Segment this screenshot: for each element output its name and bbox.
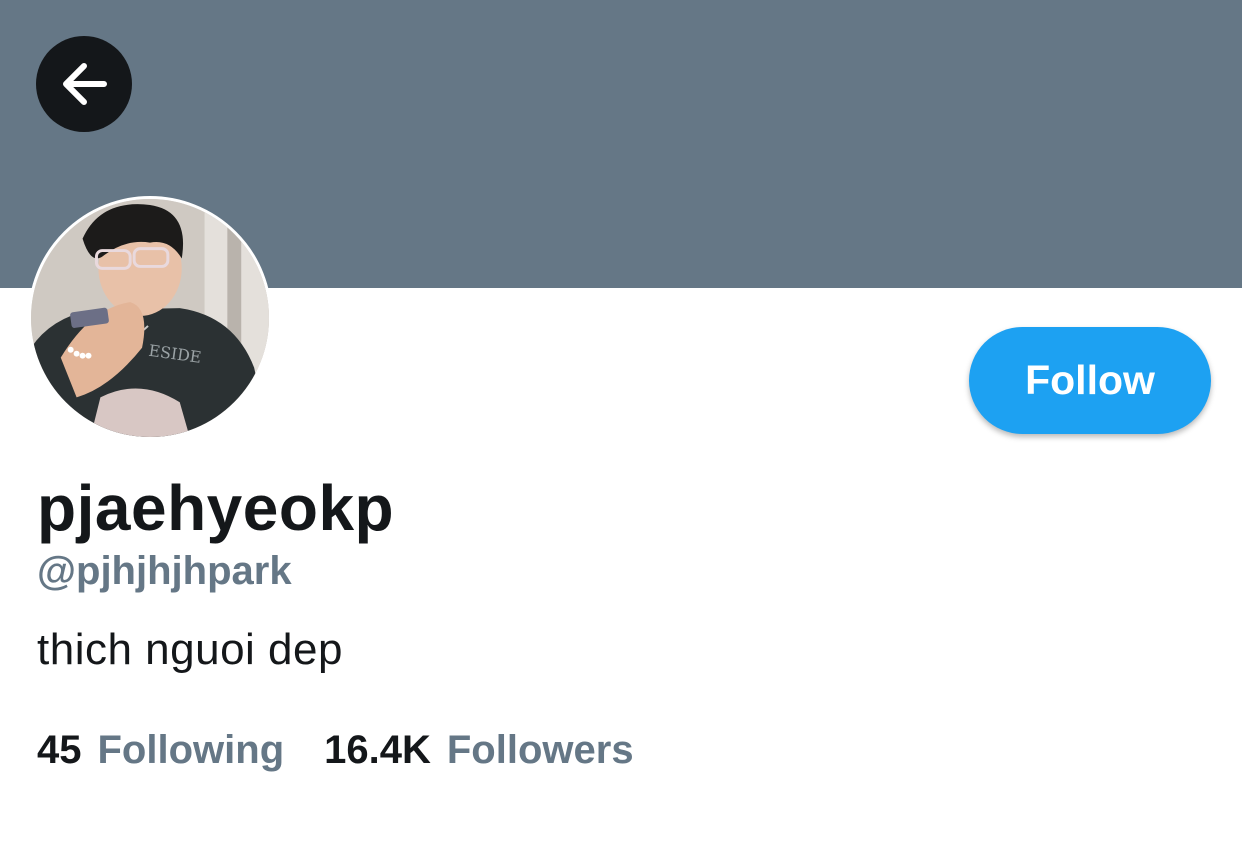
following-count: 45 [37, 728, 82, 772]
back-button[interactable] [36, 36, 132, 132]
profile-page: ESIDE Follow pjaehyeokp @pjhjhjhpark thi… [0, 0, 1242, 855]
followers-count: 16.4K [324, 728, 431, 772]
followers-link[interactable]: 16.4K Followers [324, 726, 633, 774]
avatar[interactable]: ESIDE [28, 196, 272, 440]
following-label: Following [97, 728, 285, 772]
profile-bio: thich nguoi dep [37, 625, 343, 674]
profile-handle: @pjhjhjhpark [37, 549, 292, 593]
avatar-image: ESIDE [31, 199, 269, 437]
followers-label: Followers [446, 728, 634, 772]
follow-button[interactable]: Follow [969, 327, 1211, 434]
display-name: pjaehyeokp [37, 472, 395, 544]
profile-stats: 45 Following 16.4K Followers [37, 726, 634, 774]
arrow-left-icon [58, 58, 110, 110]
following-link[interactable]: 45 Following [37, 726, 284, 774]
